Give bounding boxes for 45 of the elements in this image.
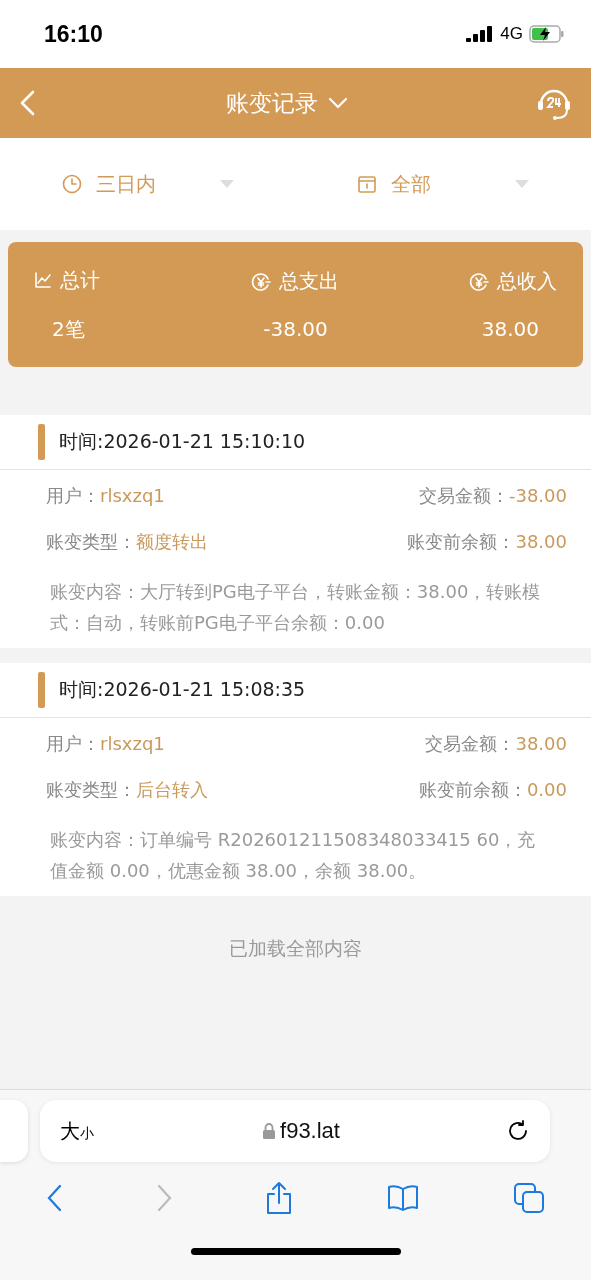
tabs-icon[interactable] [512, 1182, 545, 1214]
amount-field: 交易金额：-38.00 [407, 484, 567, 508]
share-icon[interactable] [264, 1181, 293, 1215]
text-size-button[interactable]: 大小 [60, 1117, 94, 1145]
summary-label: 总支出 [279, 268, 340, 295]
balance-field: 账变前余额：38.00 [407, 530, 567, 554]
status-time: 16:10 [44, 20, 103, 48]
reload-icon[interactable] [508, 1119, 530, 1143]
address-bar[interactable]: 大小 f93.lat [40, 1100, 550, 1162]
page-title-dropdown[interactable]: 账变记录 [225, 87, 348, 119]
dropdown-caret-icon [515, 180, 530, 188]
signal-icon [466, 26, 495, 42]
book-icon[interactable] [385, 1184, 420, 1212]
battery-charging-icon [529, 25, 565, 43]
summary-label: 总计 [60, 266, 100, 294]
load-complete-note: 已加载全部内容 [228, 936, 363, 961]
filter-dropdown[interactable]: 三日内 [0, 138, 296, 230]
back-icon[interactable] [46, 1184, 63, 1212]
summary-label: 总收入 [497, 268, 557, 295]
yen-coin-icon [469, 271, 489, 292]
accent-bar [38, 672, 45, 708]
summary-value: 38.00 [480, 317, 540, 341]
clock-icon [61, 174, 82, 194]
user-field: 用户：rlsxzq1 [46, 732, 419, 756]
record-content: 账变内容：订单编号 R202601211508348033415 60，充值金额 0.00，优惠金额 38.00，余额 38.00。 [49, 828, 537, 883]
summary-value: 2笔 [51, 315, 86, 343]
summary-value: -38.00 [263, 317, 328, 341]
yen-coin-icon [251, 271, 272, 292]
trend-chart-icon [34, 271, 52, 289]
amount-field: 交易金额：38.00 [418, 732, 567, 756]
record-time: 时间:2026-01-21 15:10:10 [59, 429, 306, 454]
dropdown-caret-icon [219, 180, 234, 188]
calendar-icon [357, 174, 378, 194]
type-field: 账变类型：后台转入 [46, 778, 419, 802]
type-field: 账变类型：额度转出 [46, 530, 408, 554]
accent-bar [38, 424, 45, 460]
url-text: f93.lat [280, 1118, 340, 1144]
filter-dropdown[interactable]: 全部 [295, 138, 591, 230]
lock-icon [262, 1122, 277, 1140]
record-time: 时间:2026-01-21 15:08:35 [59, 677, 306, 702]
balance-field: 账变前余额：0.00 [418, 778, 567, 802]
network-type: 4G [500, 24, 523, 44]
user-field: 用户：rlsxzq1 [46, 484, 408, 508]
chevron-down-icon [327, 97, 348, 109]
record-content: 账变内容：大厅转到PG电子平台，转账金额：38.00，转账模式：自动，转账前PG电子平台余额：0.00 [49, 580, 542, 635]
